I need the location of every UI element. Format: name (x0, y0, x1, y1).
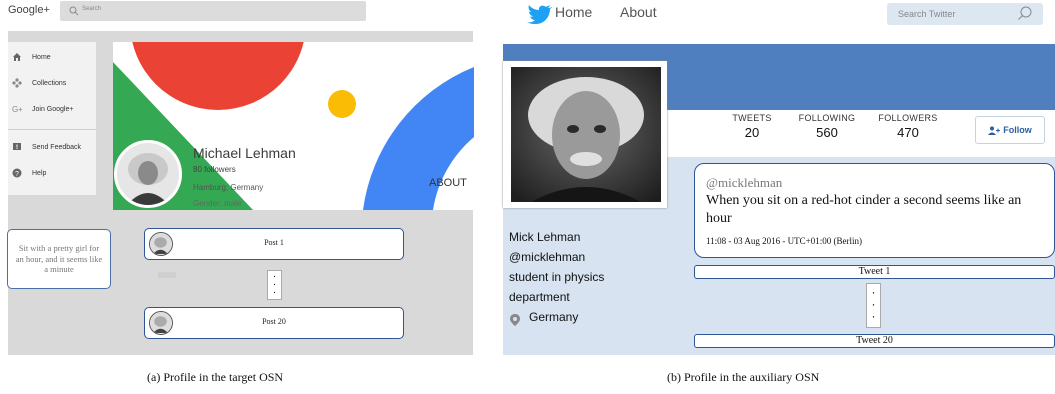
profile-name: Michael Lehman (193, 145, 296, 161)
post-item[interactable]: Post 1 (144, 228, 404, 260)
quote-text: Sit with a pretty girl for an hour, and … (15, 243, 103, 275)
post-label: Post 1 (264, 238, 284, 247)
post-label: Post 20 (262, 317, 286, 326)
profile-photo[interactable] (511, 67, 661, 202)
tweet-timestamp[interactable]: 11:08 - 03 Aug 2016 - UTC+01:00 (Berlin) (706, 236, 862, 246)
svg-text:G+: G+ (12, 105, 22, 114)
nav-about-link[interactable]: About (620, 4, 657, 20)
ellipsis-more: · · · (866, 283, 881, 328)
google-plus-search-input[interactable] (60, 1, 366, 21)
profile-gender: Gender: male (193, 199, 242, 208)
stat-value: 470 (897, 125, 919, 140)
profile-name: Mick Lehman (509, 230, 581, 244)
collections-icon (12, 78, 22, 88)
profile-bio-line: student in physics (509, 270, 605, 284)
sidebar-item-label: Collections (32, 79, 67, 87)
stat-label: TWEETS (732, 113, 772, 123)
caption-left: (a) Profile in the target OSN (147, 370, 284, 384)
location-pin-icon (510, 314, 520, 326)
google-plus-icon: G+ (12, 105, 22, 114)
sidebar-item-collections[interactable]: Collections (12, 76, 66, 90)
stat-following[interactable]: FOLLOWING 560 (790, 113, 864, 140)
tweet-list-item[interactable]: Tweet 20 (694, 334, 1055, 348)
profile-location: Hamburg, Germany (193, 183, 264, 192)
stat-label: FOLLOWING (798, 113, 856, 123)
stat-value: 20 (744, 125, 760, 140)
stat-value: 560 (816, 125, 838, 140)
sidebar-divider (8, 129, 96, 130)
quote-box: Sit with a pretty girl for an hour, and … (7, 229, 111, 289)
follow-button[interactable]: Follow (975, 116, 1045, 144)
home-icon (13, 53, 21, 61)
twitter-bird-icon[interactable] (527, 4, 553, 24)
sidebar-item-label: Help (32, 169, 47, 177)
add-user-icon (988, 126, 1001, 135)
sidebar-item-home[interactable]: Home (12, 50, 51, 64)
feedback-icon (13, 143, 21, 150)
tweet-text: When you sit on a red-hot cinder a secon… (706, 193, 1022, 227)
search-placeholder: Search Twitter (898, 9, 956, 19)
about-tab[interactable]: ABOUT (429, 177, 467, 189)
profile-handle[interactable]: @micklehman (509, 250, 585, 264)
stat-label: FOLLOWERS (878, 113, 938, 123)
search-placeholder: Search (82, 6, 102, 12)
tweet-handle[interactable]: @micklehman (706, 175, 782, 191)
tweet-list-item[interactable]: Tweet 1 (694, 265, 1055, 279)
profile-location: Germany (529, 310, 579, 324)
follow-label: Follow (1003, 125, 1032, 135)
sidebar-item-label: Home (32, 53, 51, 61)
ellipsis-more: · · · (267, 270, 282, 300)
sidebar-item-feedback[interactable]: Send Feedback (12, 140, 81, 154)
help-icon: ? (12, 168, 22, 178)
avatar[interactable] (114, 140, 182, 208)
post-item[interactable]: Post 20 (144, 307, 404, 339)
google-plus-logo[interactable]: Google+ (8, 4, 50, 16)
sidebar-item-help[interactable]: ? Help (12, 166, 46, 180)
caption-right: (b) Profile in the auxiliary OSN (667, 370, 820, 384)
stat-followers[interactable]: FOLLOWERS 470 (872, 113, 944, 140)
followers-count[interactable]: 80 followers (193, 165, 236, 174)
google-plus-sidebar: Home Collections G+ Join Google+ Send Fe… (8, 42, 96, 195)
search-icon[interactable] (1017, 5, 1033, 21)
search-icon (69, 6, 79, 16)
svg-text:?: ? (15, 171, 19, 178)
nav-home-link[interactable]: Home (555, 4, 592, 20)
faded-placeholder (158, 272, 176, 278)
stat-tweets[interactable]: TWEETS 20 (722, 113, 782, 140)
sidebar-item-label: Join Google+ (32, 105, 74, 113)
sidebar-item-label: Send Feedback (32, 143, 82, 151)
profile-bio-line: department (509, 290, 570, 304)
sidebar-item-join[interactable]: G+ Join Google+ (12, 102, 73, 116)
